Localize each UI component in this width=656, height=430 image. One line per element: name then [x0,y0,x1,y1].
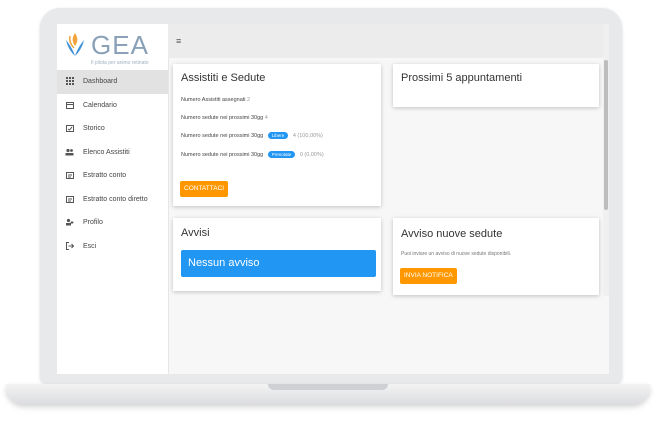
sidebar-item-storico[interactable]: Storico [57,117,168,141]
menu-icon[interactable]: ≡ [176,36,181,46]
sidebar-item-label: Storico [83,125,105,133]
gea-logo: GEA Il pilota per animo retinato [61,28,165,66]
sedute-prenotate-value: 0 (0,00%) [299,152,324,158]
app-screen: GEA Il pilota per animo retinato Dashboa… [57,24,609,374]
history-icon [65,124,74,133]
calendar-icon [65,101,74,110]
sedute-count-row: Numero sedute nei prossimi 30gg 4 [181,115,268,121]
statement-direct-icon [65,195,74,204]
sidebar-item-esci[interactable]: Esci [57,235,168,259]
profile-icon [65,218,74,227]
sidebar-item-label: Esci [83,242,97,250]
prenotate-badge: Prenotate [267,151,296,158]
nessun-avviso-banner: Nessun avviso [181,250,376,277]
card-title: Prossimi 5 appuntamenti [401,72,523,84]
sidebar: GEA Il pilota per animo retinato Dashboa… [57,24,169,374]
card-avvisi: Avvisi Nessun avviso [173,218,381,291]
contattaci-button[interactable]: CONTATTACI [180,181,229,197]
statement-icon [65,171,74,180]
scrollbar-thumb[interactable] [604,60,608,210]
assistiti-count-value: 2 [247,97,251,103]
card-title: Avvisi [181,227,210,239]
sedute-count-label: Numero sedute nei prossimi 30gg [181,115,264,121]
sidebar-item-estratto-conto-diretto[interactable]: Estratto conto diretto [57,188,168,212]
grid-icon [65,77,74,86]
people-icon [65,148,74,157]
sedute-prenotate-row: Numero sedute nei prossimi 30gg Prenotat… [181,151,324,158]
sidebar-item-dashboard[interactable]: Dashboard [57,70,168,94]
sidebar-nav: Dashboard Calendario Storico Elenco Assi… [57,70,168,258]
sidebar-item-label: Estratto conto [83,172,127,180]
assistiti-count-row: Numero Assistiti assegnati 2 [181,97,250,103]
sidebar-item-profilo[interactable]: Profilo [57,211,168,235]
card-assistiti-sedute: Assistiti e Sedute Numero Assistiti asse… [173,64,381,206]
sidebar-item-label: Estratto conto diretto [83,195,148,203]
invia-notifica-button[interactable]: INVIA NOTIFICA [400,268,457,284]
laptop-hinge [268,384,388,390]
sidebar-item-label: Calendario [83,101,117,109]
sidebar-item-calendario[interactable]: Calendario [57,94,168,118]
sedute-prenotate-label: Numero sedute nei prossimi 30gg [181,152,264,158]
logo-text: GEA [91,30,149,60]
logo-tagline: Il pilota per animo retinato [91,60,149,66]
sidebar-item-elenco-assistiti[interactable]: Elenco Assistiti [57,141,168,165]
sedute-libere-value: 4 (100,00%) [292,133,323,139]
card-avviso-nuove-sedute: Avviso nuove sedute Puoi inviare un avvi… [393,218,599,295]
card-title: Assistiti e Sedute [181,72,266,84]
sidebar-item-label: Dashboard [83,78,118,86]
card-prossimi-appuntamenti: Prossimi 5 appuntamenti [393,64,599,107]
sidebar-item-estratto-conto[interactable]: Estratto conto [57,164,168,188]
sidebar-item-label: Profilo [83,219,103,227]
sidebar-item-label: Elenco Assistiti [83,148,130,156]
assistiti-count-label: Numero Assistiti assegnati [181,97,246,103]
libere-badge: Libere [267,132,289,139]
logout-icon [65,241,74,251]
sedute-libere-label: Numero sedute nei prossimi 30gg [181,133,264,139]
logo-flame-icon [66,33,84,56]
sedute-libere-row: Numero sedute nei prossimi 30gg Libere 4… [181,132,323,139]
card-title: Avviso nuove sedute [401,228,503,240]
sedute-count-value: 4 [264,115,268,121]
top-bar: ≡ [168,24,609,58]
nuove-sedute-text: Puoi inviare un avviso di nuove sedute d… [401,251,512,257]
